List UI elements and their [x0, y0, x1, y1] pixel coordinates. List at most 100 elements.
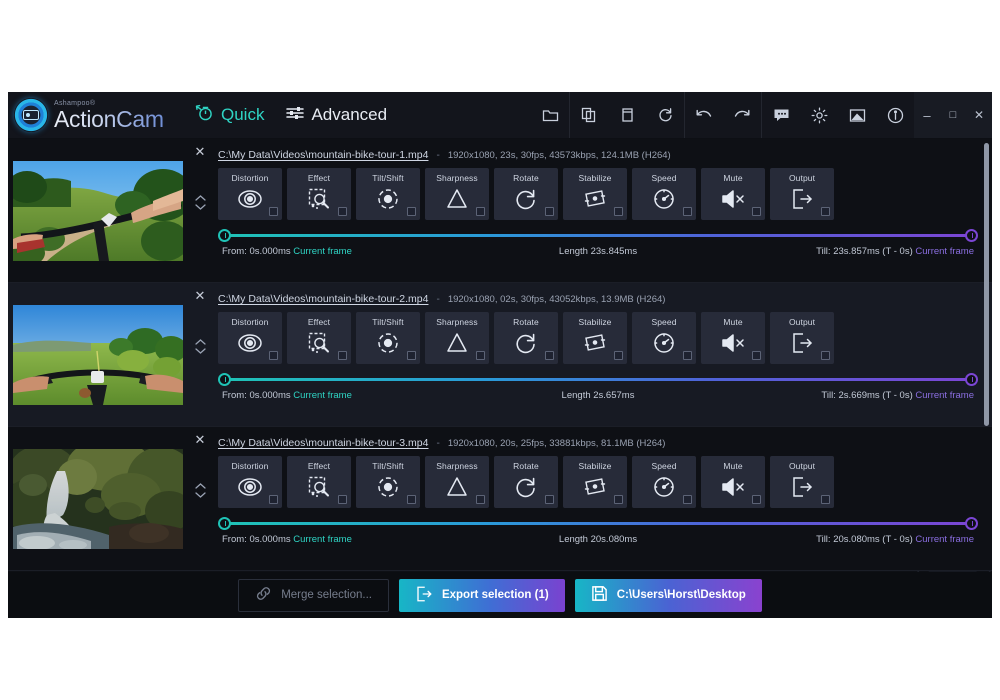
trim-slider[interactable]	[218, 517, 978, 531]
tool-rotate[interactable]: Rotate	[494, 456, 558, 508]
tool-output-checkbox[interactable]	[821, 495, 830, 504]
table-row[interactable]: ✕ C:\My Data\Videos\mountain-bike-tour-1…	[8, 139, 992, 283]
maximize-button[interactable]: □	[940, 92, 966, 139]
tool-sharpness[interactable]: Sharpness	[425, 456, 489, 508]
table-row[interactable]: ✕ C:\My Data\Videos\mountain-bike-tour-2…	[8, 283, 992, 427]
tool-sharpness-checkbox[interactable]	[476, 351, 485, 360]
tool-speed-checkbox[interactable]	[683, 495, 692, 504]
trim-till-current-frame-link[interactable]: Current frame	[915, 390, 974, 401]
tool-distortion-checkbox[interactable]	[269, 207, 278, 216]
tool-sharpness[interactable]: Sharpness	[425, 312, 489, 364]
file-path[interactable]: C:\My Data\Videos\mountain-bike-tour-3.m…	[218, 437, 428, 449]
tool-stabilize-checkbox[interactable]	[614, 207, 623, 216]
remove-clip-button[interactable]: ✕	[195, 289, 206, 302]
tool-stabilize[interactable]: Stabilize	[563, 168, 627, 220]
trim-from-current-frame-link[interactable]: Current frame	[293, 534, 352, 545]
merge-selection-button[interactable]: Merge selection...	[238, 578, 389, 612]
export-selection-button[interactable]: Export selection (1)	[398, 578, 565, 612]
tool-effect-checkbox[interactable]	[338, 495, 347, 504]
tool-distortion[interactable]: Distortion	[218, 312, 282, 364]
tool-speed[interactable]: Speed	[632, 312, 696, 364]
trim-end-handle[interactable]	[965, 517, 978, 530]
file-path[interactable]: C:\My Data\Videos\mountain-bike-tour-1.m…	[218, 149, 428, 161]
trim-from-current-frame-link[interactable]: Current frame	[293, 390, 352, 401]
tool-tiltshift[interactable]: Tilt/Shift	[356, 168, 420, 220]
tool-distortion[interactable]: Distortion	[218, 168, 282, 220]
tool-output-checkbox[interactable]	[821, 207, 830, 216]
tool-effect[interactable]: Effect	[287, 312, 351, 364]
tool-tiltshift-checkbox[interactable]	[407, 495, 416, 504]
tool-effect[interactable]: Effect	[287, 168, 351, 220]
tool-output[interactable]: Output	[770, 456, 834, 508]
trim-till-current-frame-link[interactable]: Current frame	[915, 534, 974, 545]
tool-distortion-checkbox[interactable]	[269, 495, 278, 504]
copy-icon[interactable]	[570, 92, 608, 139]
tool-tiltshift[interactable]: Tilt/Shift	[356, 312, 420, 364]
tool-mute-checkbox[interactable]	[752, 207, 761, 216]
tab-quick[interactable]: Quick	[195, 104, 264, 126]
close-button[interactable]: ✕	[966, 92, 992, 139]
tool-stabilize[interactable]: Stabilize	[563, 456, 627, 508]
tool-stabilize[interactable]: Stabilize	[563, 312, 627, 364]
tool-output[interactable]: Output	[770, 168, 834, 220]
feedback-icon[interactable]	[762, 92, 800, 139]
reorder-clip-control[interactable]	[194, 194, 207, 211]
tool-rotate-checkbox[interactable]	[545, 351, 554, 360]
tool-rotate-checkbox[interactable]	[545, 495, 554, 504]
remove-clip-button[interactable]: ✕	[195, 145, 206, 158]
trim-end-handle[interactable]	[965, 373, 978, 386]
tool-mute-checkbox[interactable]	[752, 495, 761, 504]
reorder-clip-control[interactable]	[194, 482, 207, 499]
minimize-button[interactable]: –	[914, 92, 940, 139]
remove-clip-button[interactable]: ✕	[195, 433, 206, 446]
trim-end-handle[interactable]	[965, 229, 978, 242]
tool-sharpness-checkbox[interactable]	[476, 495, 485, 504]
trim-from-current-frame-link[interactable]: Current frame	[293, 246, 352, 257]
info-icon[interactable]	[876, 92, 914, 139]
tool-output-checkbox[interactable]	[821, 351, 830, 360]
tool-distortion[interactable]: Distortion	[218, 456, 282, 508]
reorder-clip-control[interactable]	[194, 338, 207, 355]
destination-path-button[interactable]: C:\Users\Horst\Desktop	[574, 578, 762, 612]
tool-rotate-checkbox[interactable]	[545, 207, 554, 216]
open-folder-icon[interactable]	[531, 92, 569, 139]
tool-stabilize-checkbox[interactable]	[614, 495, 623, 504]
tool-speed-checkbox[interactable]	[683, 207, 692, 216]
vertical-scrollbar[interactable]	[984, 143, 989, 426]
refresh-icon[interactable]	[646, 92, 684, 139]
trim-start-handle[interactable]	[218, 229, 231, 242]
delete-icon[interactable]	[608, 92, 646, 139]
tool-sharpness[interactable]: Sharpness	[425, 168, 489, 220]
tool-distortion-checkbox[interactable]	[269, 351, 278, 360]
tool-tiltshift-checkbox[interactable]	[407, 351, 416, 360]
tool-mute[interactable]: Mute	[701, 168, 765, 220]
tab-advanced[interactable]: Advanced	[286, 105, 387, 126]
tool-rotate[interactable]: Rotate	[494, 168, 558, 220]
tool-effect-checkbox[interactable]	[338, 207, 347, 216]
trim-start-handle[interactable]	[218, 517, 231, 530]
tool-stabilize-checkbox[interactable]	[614, 351, 623, 360]
tool-speed[interactable]: Speed	[632, 456, 696, 508]
tool-speed[interactable]: Speed	[632, 168, 696, 220]
image-icon[interactable]	[838, 92, 876, 139]
tool-mute[interactable]: Mute	[701, 312, 765, 364]
redo-icon[interactable]	[723, 92, 761, 139]
tool-rotate[interactable]: Rotate	[494, 312, 558, 364]
undo-icon[interactable]	[685, 92, 723, 139]
tool-mute-checkbox[interactable]	[752, 351, 761, 360]
trim-start-handle[interactable]	[218, 373, 231, 386]
file-path[interactable]: C:\My Data\Videos\mountain-bike-tour-2.m…	[218, 293, 428, 305]
table-row[interactable]: ✕ C:\My Data\Videos\mountain-bike-tour-3…	[8, 427, 992, 571]
trim-slider[interactable]	[218, 229, 978, 243]
tool-tiltshift-checkbox[interactable]	[407, 207, 416, 216]
trim-slider[interactable]	[218, 373, 978, 387]
tool-effect[interactable]: Effect	[287, 456, 351, 508]
tool-sharpness-checkbox[interactable]	[476, 207, 485, 216]
tool-output[interactable]: Output	[770, 312, 834, 364]
tool-tiltshift[interactable]: Tilt/Shift	[356, 456, 420, 508]
tool-effect-checkbox[interactable]	[338, 351, 347, 360]
tool-speed-checkbox[interactable]	[683, 351, 692, 360]
tool-mute[interactable]: Mute	[701, 456, 765, 508]
trim-till-current-frame-link[interactable]: Current frame	[915, 246, 974, 257]
settings-gear-icon[interactable]	[800, 92, 838, 139]
